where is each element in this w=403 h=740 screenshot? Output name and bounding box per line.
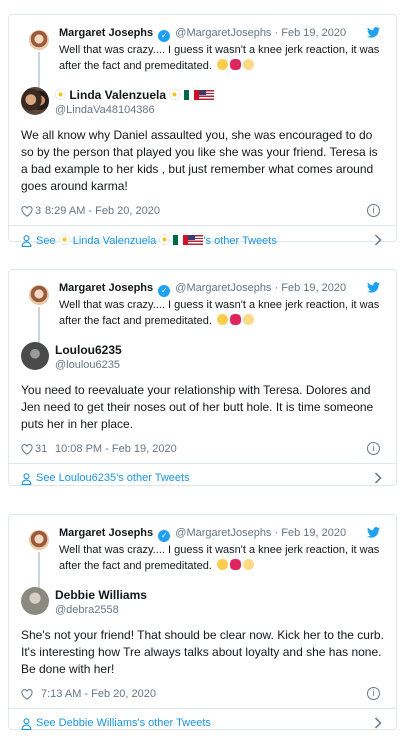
like-count: 31: [35, 443, 48, 455]
chevron-right-icon: [374, 717, 382, 729]
reply-avatar[interactable]: [21, 587, 49, 615]
quoted-avatar[interactable]: [29, 285, 49, 305]
quoted-tweet[interactable]: Margaret Josephs ✓ @MargaretJosephs · Fe…: [9, 270, 396, 343]
tweet-meta: 3 8:29 AM - Feb 20, 2020 i: [9, 199, 396, 225]
kiss-mark-emoji: [229, 559, 241, 570]
tweet-timestamp[interactable]: 10:08 PM - Feb 19, 2020: [55, 443, 177, 455]
person-emoji: [242, 559, 254, 570]
mexico-flag-emoji: [173, 235, 189, 245]
chevron-right-icon: [374, 234, 382, 246]
flower-emoji: [169, 89, 181, 100]
quoted-text: Well that was crazy.... I guess it wasn'…: [59, 42, 382, 74]
thread-line: [38, 552, 40, 588]
reply-author-name[interactable]: Loulou6235: [55, 343, 122, 357]
quoted-avatar[interactable]: [29, 30, 49, 50]
see-other-tweets-text: See Loulou6235's other Tweets: [36, 472, 190, 484]
quoted-text: Well that was crazy.... I guess it wasn'…: [59, 297, 382, 329]
quoted-author-name[interactable]: Margaret Josephs: [59, 527, 153, 539]
see-other-tweets-text: See Debbie Williams's other Tweets: [36, 717, 211, 729]
flower-emoji: [58, 234, 70, 245]
quoted-avatar[interactable]: [29, 530, 49, 550]
reply-text: You need to reevaluate your relationship…: [21, 383, 374, 431]
flower-emoji: [55, 89, 66, 100]
tweet-meta: 31 10:08 PM - Feb 19, 2020 i: [9, 437, 396, 463]
person-emoji: [242, 59, 254, 70]
mexico-flag-emoji: [183, 90, 199, 100]
person-emoji: [242, 314, 254, 325]
see-other-tweets-text: See Linda Valenzuela 's other Tweets: [36, 234, 277, 247]
chevron-right-icon: [374, 472, 382, 484]
quoted-tweet[interactable]: Margaret Josephs ✓ @MargaretJosephs · Fe…: [9, 515, 396, 588]
flushed-face-emoji: [216, 559, 228, 570]
reply-header: Loulou6235 @loulou6235: [9, 342, 396, 382]
quoted-author-handle[interactable]: @MargaretJosephs: [175, 27, 271, 39]
quoted-date[interactable]: Feb 19, 2020: [281, 282, 346, 294]
tweet-card-1: Margaret Josephs ✓ @MargaretJosephs · Fe…: [8, 14, 397, 247]
quoted-author-name[interactable]: Margaret Josephs: [59, 282, 153, 294]
us-flag-emoji: [198, 90, 214, 100]
quoted-date[interactable]: Feb 19, 2020: [281, 27, 346, 39]
reply-author-handle[interactable]: @LindaVa48104386: [55, 104, 155, 116]
like-count: 3: [35, 205, 42, 217]
twitter-bird-icon[interactable]: [367, 27, 380, 38]
reply-header: Linda Valenzuela @LindaVa48104386: [9, 87, 396, 127]
tweet-timestamp[interactable]: 8:29 AM - Feb 20, 2020: [45, 205, 160, 217]
reply-author-name-text: Linda Valenzuela: [69, 88, 167, 102]
reply-author-name[interactable]: Linda Valenzuela: [55, 88, 214, 102]
kiss-mark-emoji: [229, 59, 241, 70]
us-flag-emoji: [188, 235, 204, 245]
quoted-dot: ·: [274, 27, 279, 39]
quoted-date[interactable]: Feb 19, 2020: [281, 527, 346, 539]
info-icon[interactable]: i: [367, 204, 380, 217]
flower-emoji: [159, 234, 171, 245]
heart-icon[interactable]: [21, 206, 33, 217]
reply-avatar[interactable]: [21, 342, 49, 370]
reply-text: She's not your friend! That should be cl…: [21, 628, 384, 676]
verified-badge-icon: ✓: [158, 30, 171, 42]
reply-avatar[interactable]: [21, 87, 49, 115]
person-icon: [21, 473, 32, 485]
reply-header: Debbie Williams @debra2558: [9, 587, 396, 627]
see-suffix: 's other Tweets: [203, 235, 277, 247]
see-author-name: Linda Valenzuela: [72, 235, 157, 247]
see-other-tweets-link[interactable]: See Linda Valenzuela 's other Tweets: [9, 226, 396, 256]
twitter-bird-icon[interactable]: [367, 282, 380, 293]
heart-icon[interactable]: [21, 444, 33, 455]
quoted-tweet[interactable]: Margaret Josephs ✓ @MargaretJosephs · Fe…: [9, 15, 396, 88]
person-icon: [21, 235, 32, 247]
heart-icon[interactable]: [21, 689, 33, 700]
quoted-text: Well that was crazy.... I guess it wasn'…: [59, 542, 382, 574]
see-other-tweets-link[interactable]: See Debbie Williams's other Tweets: [9, 709, 396, 739]
quoted-author-handle[interactable]: @MargaretJosephs: [175, 527, 271, 539]
tweet-timestamp[interactable]: 7:13 AM - Feb 20, 2020: [41, 688, 156, 700]
thread-line: [38, 52, 40, 88]
quoted-header: Margaret Josephs ✓ @MargaretJosephs · Fe…: [59, 282, 366, 297]
quoted-header: Margaret Josephs ✓ @MargaretJosephs · Fe…: [59, 27, 366, 42]
tweet-card-2: Margaret Josephs ✓ @MargaretJosephs · Fe…: [8, 269, 397, 486]
quoted-dot: ·: [274, 282, 279, 294]
quoted-header: Margaret Josephs ✓ @MargaretJosephs · Fe…: [59, 527, 366, 542]
quoted-author-name[interactable]: Margaret Josephs: [59, 27, 153, 39]
tweet-card-3: Margaret Josephs ✓ @MargaretJosephs · Fe…: [8, 514, 397, 730]
reply-author-handle[interactable]: @loulou6235: [55, 359, 120, 371]
verified-badge-icon: ✓: [158, 285, 171, 297]
thread-line: [38, 307, 40, 343]
person-icon: [21, 718, 32, 730]
info-icon[interactable]: i: [367, 442, 380, 455]
verified-badge-icon: ✓: [158, 530, 171, 542]
reply-author-handle[interactable]: @debra2558: [55, 604, 119, 616]
see-other-tweets-link[interactable]: See Loulou6235's other Tweets: [9, 464, 396, 494]
flushed-face-emoji: [216, 59, 228, 70]
see-label: See: [36, 235, 56, 247]
twitter-bird-icon[interactable]: [367, 527, 380, 538]
reply-text: We all know why Daniel assaulted you, sh…: [21, 128, 378, 193]
tweet-meta: 7:13 AM - Feb 20, 2020 i: [9, 682, 396, 708]
quoted-dot: ·: [274, 527, 279, 539]
kiss-mark-emoji: [229, 314, 241, 325]
info-icon[interactable]: i: [367, 687, 380, 700]
flushed-face-emoji: [216, 314, 228, 325]
reply-author-name[interactable]: Debbie Williams: [55, 588, 147, 602]
quoted-author-handle[interactable]: @MargaretJosephs: [175, 282, 271, 294]
